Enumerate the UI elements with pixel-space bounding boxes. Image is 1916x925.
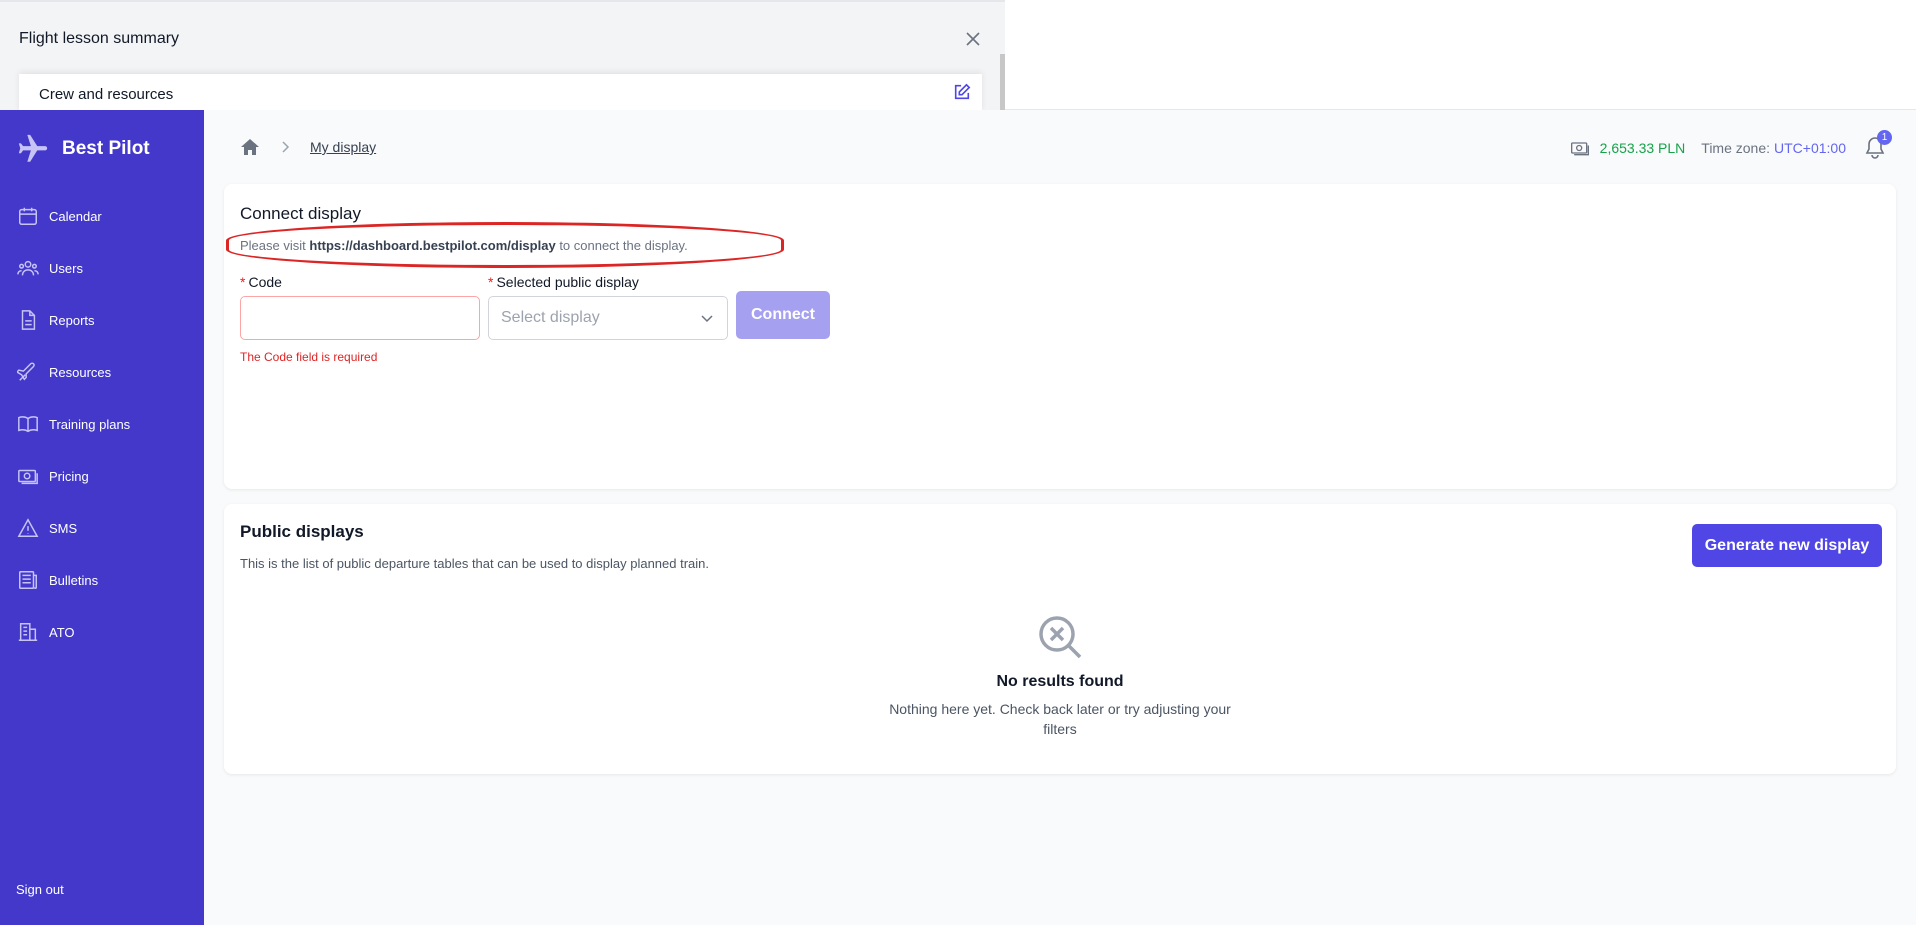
sidebar-item-resources[interactable]: Resources — [0, 346, 204, 398]
cash-icon — [1570, 142, 1589, 156]
edit-icon[interactable] — [953, 83, 971, 101]
connect-display-card: Connect display Please visit https://das… — [224, 184, 1896, 489]
plane-icon — [17, 362, 35, 381]
public-displays-title: Public displays — [240, 522, 364, 541]
code-field-group: * Code The Code field is required — [240, 274, 480, 364]
code-error: The Code field is required — [240, 350, 378, 364]
sidebar-item-ato[interactable]: ATO — [0, 606, 204, 658]
document-icon — [21, 310, 36, 330]
calendar-icon — [19, 207, 37, 225]
sidebar-item-reports[interactable]: Reports — [0, 294, 204, 346]
empty-state: No results found Nothing here yet. Check… — [860, 614, 1260, 739]
empty-description: Nothing here yet. Check back later or tr… — [889, 701, 1231, 737]
sidebar-item-training-plans[interactable]: Training plans — [0, 398, 204, 450]
users-icon — [17, 260, 39, 276]
book-icon — [18, 416, 38, 433]
timezone-label: Time zone: — [1701, 140, 1771, 156]
sidebar-item-label: Training plans — [49, 416, 131, 432]
search-no-results-icon — [1039, 616, 1082, 659]
notification-badge: 1 — [1877, 130, 1892, 145]
sidebar-item-pricing[interactable]: Pricing — [0, 450, 204, 502]
sidebar-item-label: Pricing — [49, 468, 89, 484]
balance: 2,653.33 PLN — [1599, 140, 1686, 156]
building-icon — [18, 623, 38, 641]
info-prefix: Please visit — [240, 238, 306, 253]
brand-name: Best Pilot — [62, 138, 150, 159]
public-displays-card: Public displays This is the list of publ… — [224, 504, 1896, 774]
display-label-text: Selected public display — [496, 274, 639, 290]
chevron-down-icon — [701, 315, 713, 323]
timezone-value[interactable]: UTC+01:00 — [1774, 140, 1846, 156]
crew-resources-row[interactable]: Crew and resources — [19, 74, 982, 112]
brand[interactable]: Best Pilot — [16, 132, 150, 166]
newspaper-icon — [19, 571, 37, 589]
sidebar-item-label: ATO — [49, 624, 75, 640]
warning-icon — [17, 518, 39, 537]
crew-resources-label: Crew and resources — [39, 86, 174, 103]
breadcrumb-my-display[interactable]: My display — [310, 139, 376, 155]
connect-instructions: Please visit https://dashboard.bestpilot… — [240, 238, 688, 253]
main-content: My display 2,653.33 PLN Time zone: UTC+0… — [204, 110, 1916, 925]
sidebar-item-sms[interactable]: SMS — [0, 502, 204, 554]
cash-icon — [18, 469, 38, 485]
sidebar-item-calendar[interactable]: Calendar — [0, 190, 204, 242]
info-suffix: to connect the display. — [559, 238, 688, 253]
sidebar-item-label: Reports — [49, 312, 95, 328]
display-field-group: * Selected public display Select display — [488, 274, 728, 340]
display-select-placeholder: Select display — [501, 309, 600, 326]
code-input[interactable] — [240, 296, 480, 340]
sidebar-item-label: SMS — [49, 520, 78, 536]
required-mark: * — [240, 274, 246, 290]
header-status: 2,653.33 PLN Time zone: UTC+01:00 1 — [1570, 130, 1892, 160]
sidebar-item-users[interactable]: Users — [0, 242, 204, 294]
required-mark: * — [488, 274, 494, 290]
sidebar-item-label: Bulletins — [49, 572, 99, 588]
chevron-right-icon — [282, 141, 290, 153]
connect-display-title: Connect display — [240, 204, 361, 223]
panel-title: Flight lesson summary — [19, 30, 180, 47]
code-label: * Code — [240, 274, 480, 290]
sidebar: Best Pilot Calendar Users Reports Resour… — [0, 110, 204, 925]
lesson-summary-panel: Flight lesson summary Crew and resources — [0, 0, 1005, 112]
sidebar-item-bulletins[interactable]: Bulletins — [0, 554, 204, 606]
sidebar-item-label: Calendar — [49, 208, 102, 224]
sign-out-link[interactable]: Sign out — [16, 882, 64, 897]
close-icon[interactable] — [963, 29, 983, 49]
sidebar-nav: Calendar Users Reports Resources Trainin… — [0, 190, 204, 658]
empty-title: No results found — [996, 673, 1124, 690]
display-label: * Selected public display — [488, 274, 728, 290]
home-icon[interactable] — [240, 137, 260, 157]
display-select[interactable]: Select display — [488, 296, 728, 340]
public-displays-subtitle: This is the list of public departure tab… — [240, 556, 710, 571]
code-label-text: Code — [248, 274, 282, 290]
generate-display-button[interactable]: Generate new display — [1692, 524, 1882, 567]
sidebar-item-label: Users — [49, 260, 83, 276]
sidebar-item-label: Resources — [49, 364, 112, 380]
info-url: https://dashboard.bestpilot.com/display — [309, 238, 556, 253]
plane-logo-icon — [18, 134, 48, 162]
notifications-button[interactable]: 1 — [1864, 130, 1892, 160]
breadcrumb: My display — [240, 137, 376, 157]
connect-button[interactable]: Connect — [736, 291, 830, 339]
top-blank-area — [1005, 0, 1916, 110]
